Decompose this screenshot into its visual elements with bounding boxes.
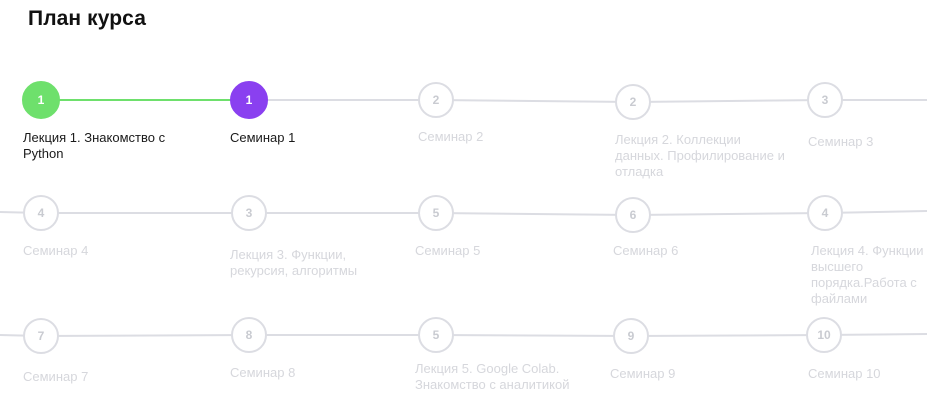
track-line-row-2 [0,210,927,217]
step-node[interactable]: 4 [807,195,843,231]
step-node[interactable]: 10 [806,317,842,353]
step-node[interactable]: 1 [22,81,60,119]
step-node[interactable]: 3 [231,195,267,231]
step-label[interactable]: Семинар 10 [808,366,918,382]
step-label[interactable]: Лекция 2. Коллекции данных. Профилирован… [615,132,790,180]
step-node[interactable]: 7 [23,318,59,354]
step-node[interactable]: 4 [23,195,59,231]
track-line-row-3 [0,333,927,338]
step-label[interactable]: Семинар 4 [23,243,183,259]
step-node[interactable]: 1 [230,81,268,119]
step-node[interactable]: 3 [807,82,843,118]
step-label[interactable]: Семинар 9 [610,366,770,382]
step-label[interactable]: Лекция 3. Функции, рекурсия, алгоритмы [230,247,380,279]
step-node[interactable]: 2 [615,84,651,120]
step-node[interactable]: 5 [418,317,454,353]
page-title: План курса [28,7,146,30]
step-label[interactable]: Семинар 2 [418,129,578,145]
step-node[interactable]: 9 [613,318,649,354]
step-label[interactable]: Семинар 6 [613,243,773,259]
step-label[interactable]: Семинар 8 [230,365,390,381]
step-label[interactable]: Семинар 7 [23,369,183,385]
course-progress-track [0,99,927,338]
step-node[interactable]: 2 [418,82,454,118]
step-node[interactable]: 5 [418,195,454,231]
step-node[interactable]: 6 [615,197,651,233]
step-label[interactable]: Лекция 1. Знакомство с Python [23,130,193,162]
step-label[interactable]: Лекция 5. Google Colab. Знакомство с ана… [415,361,587,393]
step-label[interactable]: Семинар 3 [808,134,918,150]
step-label[interactable]: Семинар 1 [230,130,390,146]
step-label[interactable]: Семинар 5 [415,243,575,259]
step-node[interactable]: 8 [231,317,267,353]
step-label[interactable]: Лекция 4. Функции высшего порядка.Работа… [811,243,925,307]
